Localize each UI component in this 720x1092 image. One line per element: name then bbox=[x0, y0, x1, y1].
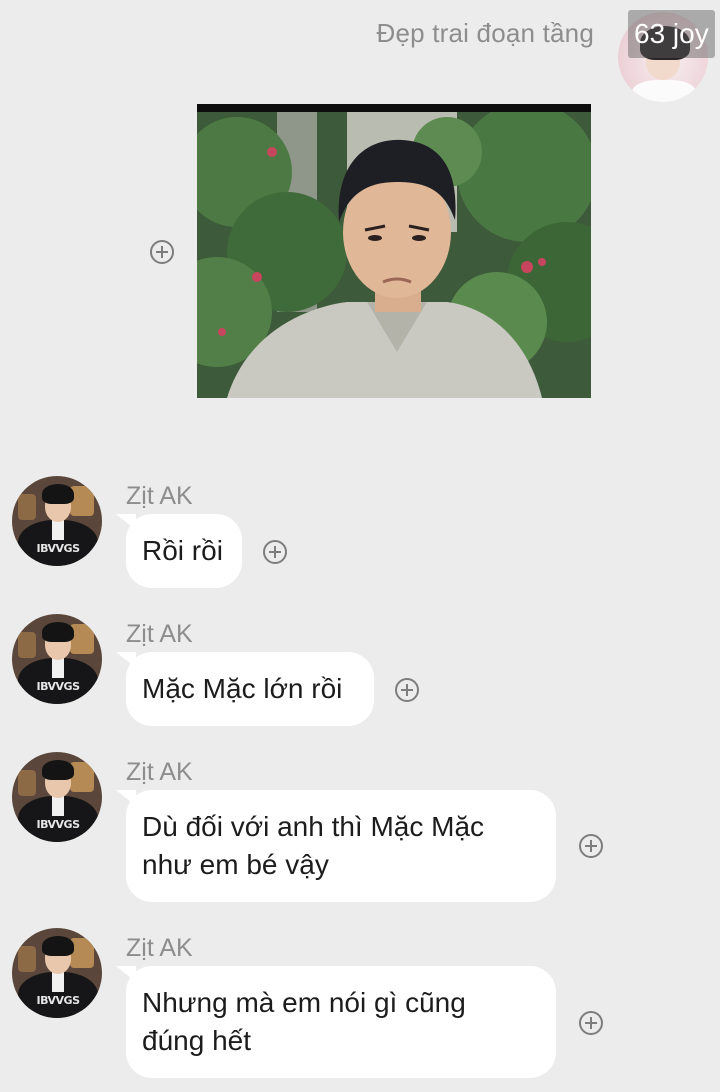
add-reaction-icon[interactable] bbox=[395, 678, 419, 702]
sender-avatar[interactable]: IBVVGS bbox=[12, 928, 102, 1018]
sender-avatar[interactable]: IBVVGS bbox=[12, 476, 102, 566]
add-reaction-icon[interactable] bbox=[150, 240, 174, 264]
sender-name: Zịt AK bbox=[126, 620, 193, 648]
photo-image bbox=[197, 112, 591, 398]
add-reaction-icon[interactable] bbox=[579, 1011, 603, 1035]
message-bubble[interactable]: Nhưng mà em nói gì cũng đúng hết bbox=[126, 966, 556, 1078]
sender-name: Zịt AK bbox=[126, 934, 193, 962]
sender-name: Zịt AK bbox=[126, 482, 193, 510]
sender-avatar[interactable]: IBVVGS bbox=[12, 614, 102, 704]
message-text: Mặc Mặc lớn rồi bbox=[142, 673, 343, 704]
own-sender-name: Đẹp trai đoạn tầng bbox=[376, 18, 594, 48]
add-reaction-icon[interactable] bbox=[579, 834, 603, 858]
message-bubble[interactable]: Dù đối với anh thì Mặc Mặc như em bé vậy bbox=[126, 790, 556, 902]
watermark-label: 63 joy bbox=[628, 10, 715, 58]
sender-name: Zịt AK bbox=[126, 758, 193, 786]
chat-thread[interactable]: Đẹp trai đoạn tầng 63 joy IBVVGS Zịt AK … bbox=[0, 0, 720, 1092]
sender-avatar[interactable]: IBVVGS bbox=[12, 752, 102, 842]
shared-photo[interactable] bbox=[197, 104, 591, 398]
message-text-line: như em bé vậy bbox=[142, 849, 329, 880]
message-bubble[interactable]: Rồi rồi bbox=[126, 514, 242, 588]
add-reaction-icon[interactable] bbox=[263, 540, 287, 564]
message-bubble[interactable]: Mặc Mặc lớn rồi bbox=[126, 652, 374, 726]
message-text: Rồi rồi bbox=[142, 535, 223, 566]
message-text-line: Dù đối với anh thì Mặc Mặc bbox=[142, 811, 485, 842]
message-text-line: Nhưng mà em nói gì cũng bbox=[142, 987, 466, 1018]
message-text-line: đúng hết bbox=[142, 1025, 251, 1056]
